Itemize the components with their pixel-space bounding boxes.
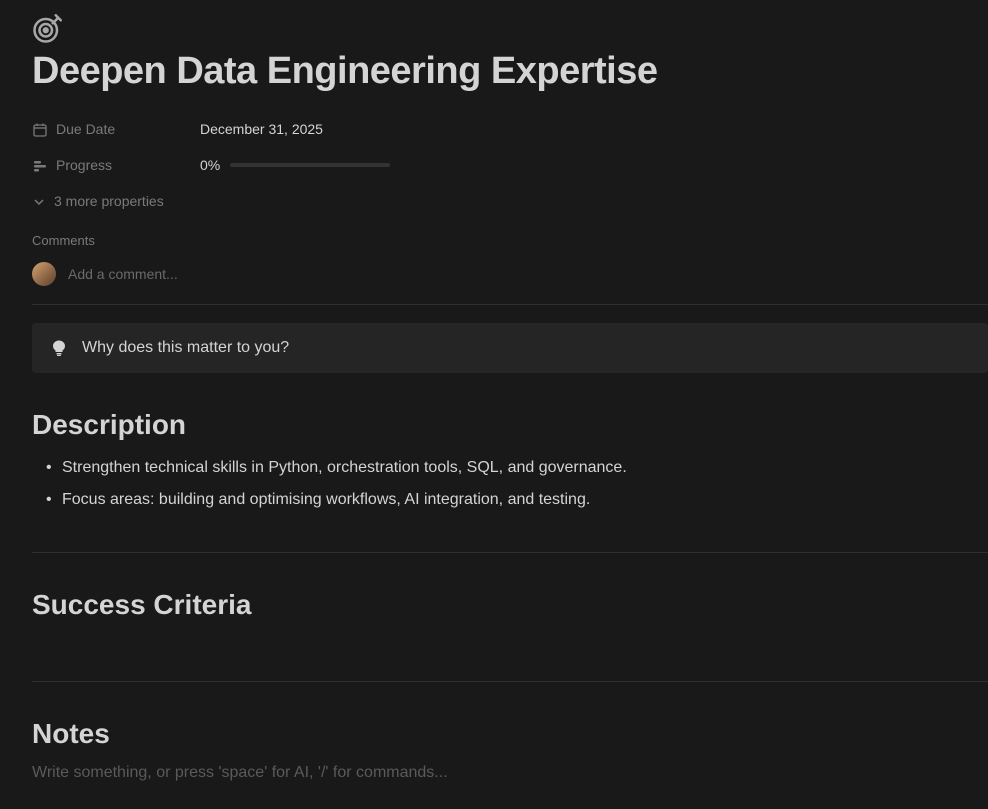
due-date-label: Due Date <box>56 121 115 137</box>
target-icon[interactable] <box>32 14 988 44</box>
divider <box>32 681 988 682</box>
property-due-date[interactable]: Due Date December 31, 2025 <box>32 111 988 147</box>
success-criteria-heading[interactable]: Success Criteria <box>32 589 988 621</box>
comments-label: Comments <box>32 233 988 248</box>
comment-placeholder: Add a comment... <box>68 266 178 282</box>
list-item[interactable]: Strengthen technical skills in Python, o… <box>32 455 988 481</box>
progress-value: 0% <box>200 157 220 173</box>
notes-placeholder[interactable]: Write something, or press 'space' for AI… <box>32 764 988 782</box>
chevron-down-icon <box>32 193 46 209</box>
more-properties-label: 3 more properties <box>54 193 164 209</box>
divider <box>32 552 988 553</box>
list-item[interactable]: Focus areas: building and optimising wor… <box>32 487 988 513</box>
callout-text: Why does this matter to you? <box>82 339 289 357</box>
avatar <box>32 262 56 286</box>
add-comment-row[interactable]: Add a comment... <box>32 262 988 304</box>
calendar-icon <box>32 120 48 137</box>
progress-label: Progress <box>56 157 112 173</box>
progress-icon <box>32 156 48 173</box>
comments-section: Comments Add a comment... <box>32 233 988 304</box>
notes-heading[interactable]: Notes <box>32 718 988 750</box>
page-title[interactable]: Deepen Data Engineering Expertise <box>32 50 988 93</box>
due-date-value[interactable]: December 31, 2025 <box>200 121 323 137</box>
description-list: Strengthen technical skills in Python, o… <box>32 455 988 512</box>
more-properties-toggle[interactable]: 3 more properties <box>32 183 988 219</box>
callout-block[interactable]: Why does this matter to you? <box>32 323 988 373</box>
property-progress[interactable]: Progress 0% <box>32 147 988 183</box>
description-heading[interactable]: Description <box>32 409 988 441</box>
progress-bar[interactable] <box>230 163 390 167</box>
divider <box>32 304 988 305</box>
lightbulb-icon <box>50 339 68 357</box>
properties-list: Due Date December 31, 2025 Progress 0% <box>32 111 988 219</box>
